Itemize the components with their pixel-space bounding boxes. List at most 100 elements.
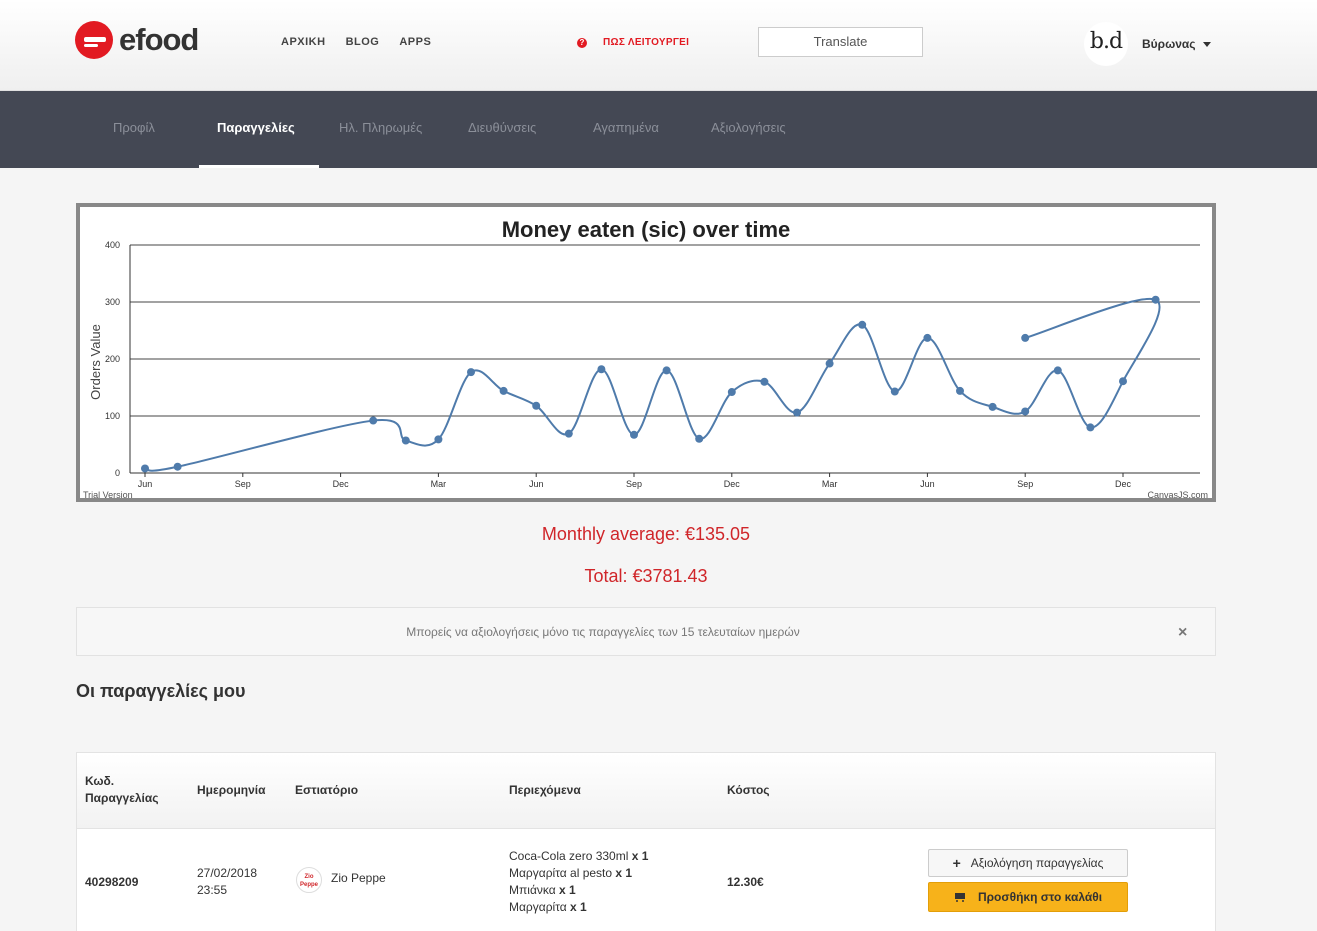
order-item: Μαργαρίτα x 1 — [509, 899, 648, 916]
order-code: 40298209 — [85, 875, 139, 889]
notice-text: Μπορείς να αξιολογήσεις μόνο τις παραγγε… — [406, 625, 800, 639]
tab-favorites[interactable]: Αγαπημένα — [593, 91, 659, 168]
rate-order-button[interactable]: + Αξιολόγηση παραγγελίας — [928, 849, 1128, 877]
data-point — [564, 429, 573, 438]
x-tick-label: Mar — [822, 479, 838, 489]
data-point — [597, 365, 606, 374]
x-tick-label: Sep — [235, 479, 251, 489]
data-point — [173, 462, 182, 471]
data-point — [1119, 377, 1127, 386]
header-order-code: Κωδ. Παραγγελίας — [85, 773, 159, 807]
header-restaurant: Εστιατόριο — [295, 783, 359, 797]
data-point — [825, 359, 834, 368]
y-tick-label: 100 — [105, 411, 120, 421]
data-point — [695, 434, 704, 443]
plus-icon: + — [952, 855, 961, 871]
rate-order-label: Αξιολόγηση παραγγελίας — [970, 856, 1104, 870]
data-point — [1021, 407, 1030, 416]
item-name: Coca-Cola zero 330ml — [509, 849, 629, 863]
data-point — [956, 386, 964, 395]
logo-text: efood — [119, 22, 199, 57]
question-icon: ? — [577, 37, 587, 48]
user-menu[interactable]: b.d Βύρωνας — [1084, 22, 1211, 66]
data-point — [1053, 366, 1062, 375]
top-header: efood ΑΡΧΙΚΗ BLOG APPS ? ΠΩΣ ΛΕΙΤΟΥΡΓΕΙ … — [0, 0, 1317, 91]
data-point — [760, 377, 769, 386]
x-tick-label: Jun — [529, 479, 544, 489]
y-tick-label: 0 — [115, 468, 120, 478]
order-date: 27/02/2018 23:55 — [197, 865, 257, 899]
how-it-works-label: ΠΩΣ ΛΕΙΤΟΥΡΓΕΙ — [603, 37, 690, 48]
header-cost: Κόστος — [727, 783, 770, 797]
restaurant-name[interactable]: Zio Peppe — [331, 870, 386, 887]
tab-e-payments[interactable]: Ηλ. Πληρωμές — [339, 91, 422, 168]
monthly-average: Monthly average: €135.05 — [541, 524, 751, 544]
order-item: Μαργαρίτα al pesto x 1 — [509, 865, 648, 882]
data-point — [727, 388, 736, 397]
order-contents: Coca-Cola zero 330ml x 1 Μαργαρίτα al pe… — [509, 848, 648, 916]
watermark-trial: Trial Version — [83, 490, 133, 498]
data-point — [1151, 295, 1160, 304]
tab-addresses[interactable]: Διευθύνσεις — [468, 91, 536, 168]
restaurant-logo: Zio Peppe — [296, 867, 322, 893]
item-name: Μαργαρίτα — [509, 900, 567, 914]
chart-title: Money eaten (sic) over time — [502, 217, 791, 242]
tab-reviews[interactable]: Αξιολογήσεις — [711, 91, 786, 168]
data-point — [1021, 333, 1030, 342]
data-point — [369, 416, 378, 425]
add-to-cart-label: Προσθήκη στο καλάθι — [977, 890, 1103, 904]
data-point — [923, 333, 932, 342]
tab-orders[interactable]: Παραγγελίες — [217, 91, 295, 168]
x-tick-label: Jun — [920, 479, 935, 489]
x-tick-label: Sep — [626, 479, 642, 489]
data-point — [662, 366, 671, 375]
item-qty: x 1 — [615, 866, 633, 880]
data-point — [858, 320, 867, 329]
watermark-canvasjs: CanvasJS.com — [1147, 490, 1208, 498]
tab-profile[interactable]: Προφίλ — [113, 91, 155, 168]
top-nav: ΑΡΧΙΚΗ BLOG APPS — [281, 36, 431, 48]
user-name: Βύρωνας — [1142, 37, 1196, 51]
data-point — [401, 436, 410, 445]
item-name: Μαργαρίτα al pesto — [509, 866, 613, 880]
chart-svg: Money eaten (sic) over time Orders Value… — [83, 217, 1208, 498]
add-to-cart-button[interactable]: Προσθήκη στο καλάθι — [928, 882, 1128, 912]
orders-table: Κωδ. Παραγγελίας Ημερομηνία Εστιατόριο Π… — [76, 752, 1216, 931]
x-tick-label: Jun — [138, 479, 153, 489]
translate-button[interactable]: Translate — [758, 27, 923, 57]
item-qty: x 1 — [631, 849, 649, 863]
y-tick-label: 200 — [105, 354, 120, 364]
y-tick-label: 300 — [105, 297, 120, 307]
chevron-down-icon — [1202, 41, 1211, 47]
active-tab-indicator — [199, 165, 319, 168]
nav-apps[interactable]: APPS — [399, 36, 431, 48]
how-it-works-link[interactable]: ? ΠΩΣ ΛΕΙΤΟΥΡΓΕΙ — [577, 37, 689, 48]
header-date: Ημερομηνία — [197, 783, 266, 797]
nav-blog[interactable]: BLOG — [346, 36, 380, 48]
data-point — [467, 368, 475, 377]
order-item: Μπιάνκα x 1 — [509, 882, 648, 899]
review-notice: Μπορείς να αξιολογήσεις μόνο τις παραγγε… — [76, 607, 1216, 656]
efood-logo[interactable]: efood — [75, 21, 199, 59]
series-line — [144, 297, 1161, 472]
x-tick-label: Dec — [724, 479, 741, 489]
my-orders-title: Οι παραγγελίες μου — [76, 681, 246, 701]
header-order-code-line2: Παραγγελίας — [85, 791, 159, 805]
orders-value-chart: Money eaten (sic) over time Orders Value… — [76, 203, 1216, 502]
orders-table-header: Κωδ. Παραγγελίας Ημερομηνία Εστιατόριο Π… — [77, 753, 1215, 829]
order-item: Coca-Cola zero 330ml x 1 — [509, 848, 648, 865]
data-point — [532, 401, 541, 410]
item-qty: x 1 — [570, 900, 587, 914]
data-point — [434, 435, 443, 444]
data-point — [988, 402, 997, 411]
x-tick-label: Mar — [431, 479, 447, 489]
close-icon[interactable]: × — [1178, 624, 1187, 642]
total-spent: Total: €3781.43 — [584, 566, 708, 586]
data-point — [630, 430, 638, 439]
data-point — [793, 408, 801, 417]
x-tick-label: Sep — [1017, 479, 1033, 489]
nav-home[interactable]: ΑΡΧΙΚΗ — [281, 36, 326, 48]
data-point — [890, 387, 899, 396]
data-point — [141, 464, 149, 473]
avatar: b.d — [1084, 22, 1128, 66]
